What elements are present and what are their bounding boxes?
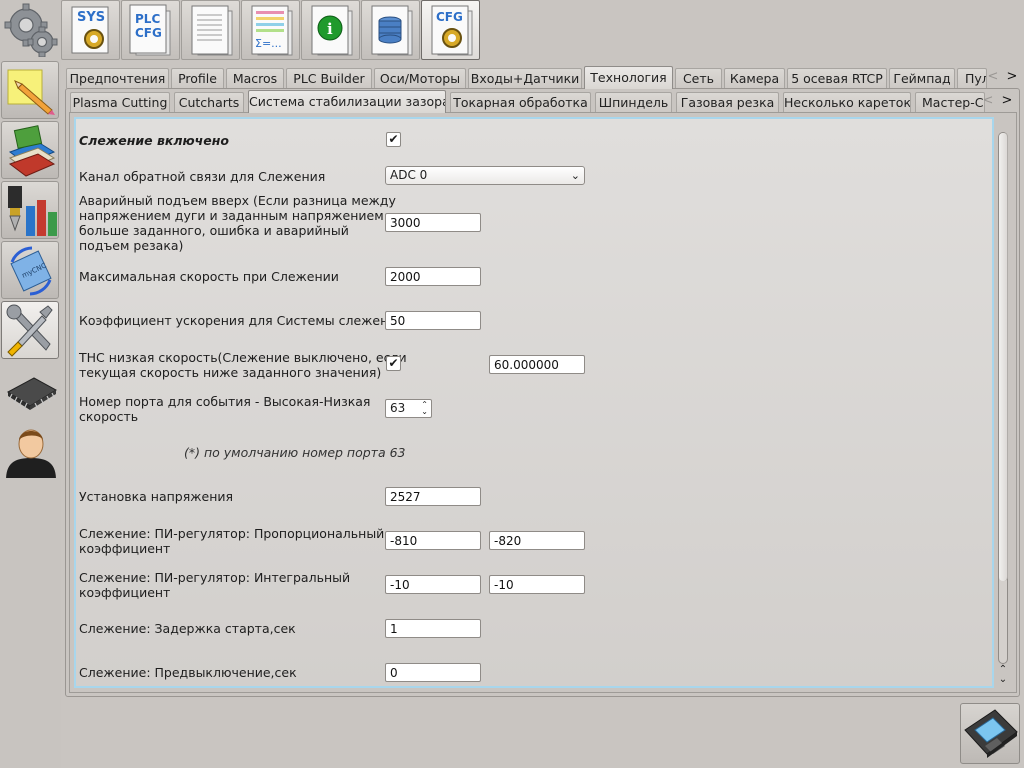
pi-integral-label: Слежение: ПИ-регулятор: Интегральный коэ… <box>79 570 350 600</box>
formula-label: Σ=... <box>255 37 282 50</box>
feedback-channel-value: ADC 0 <box>390 168 428 182</box>
tab-camera[interactable]: Камера <box>724 68 785 88</box>
pi-proportional-label: Слежение: ПИ-регулятор: Пропорциональный… <box>79 526 384 556</box>
svg-text:PLC: PLC <box>135 12 160 26</box>
port-number-label: Номер порта для события - Высокая-Низкая… <box>79 394 370 424</box>
emergency-lift-label-line: Аварийный подъем вверх (Если разница меж… <box>79 193 396 208</box>
cfg-label: CFG <box>436 10 463 24</box>
user-icon[interactable] <box>1 421 59 479</box>
port-number-label-line: скорость <box>79 409 139 424</box>
books-icon[interactable] <box>1 121 59 179</box>
port-number-label-line: Номер порта для события - Высокая-Низкая <box>79 394 371 409</box>
start-delay-label: Слежение: Задержка старта,сек <box>79 621 296 636</box>
emergency-lift-label-line: подъем резака) <box>79 238 184 253</box>
pi-integral-label-line: коэффициент <box>79 585 171 600</box>
pi-proportional-input-1[interactable] <box>385 531 481 550</box>
gears-icon[interactable] <box>1 0 59 58</box>
subtab-scroll-left-icon[interactable]: < <box>981 93 995 109</box>
scroll-track[interactable] <box>998 132 1008 664</box>
emergency-lift-input[interactable] <box>385 213 481 232</box>
port-number-spinbox[interactable]: 63 ⌃ ⌄ <box>385 399 432 418</box>
cfg-button[interactable]: CFG <box>421 0 480 60</box>
sidebar: myCNC <box>0 0 61 768</box>
info-button[interactable]: i <box>301 0 360 60</box>
sub-tab-bar: Plasma Cutting Cutcharts Система стабили… <box>70 90 1020 113</box>
vertical-scrollbar[interactable]: ⌃ ⌄ <box>996 128 1010 688</box>
chevron-down-icon: ⌄ <box>570 169 580 182</box>
tab-macros[interactable]: Macros <box>226 68 284 88</box>
scroll-down-icon[interactable]: ⌄ <box>996 674 1010 686</box>
max-speed-input[interactable] <box>385 267 481 286</box>
pi-integral-input-2[interactable] <box>489 575 585 594</box>
emergency-lift-label-line: напряжением дуги и заданным напряжением <box>79 208 384 223</box>
chip-icon[interactable] <box>1 361 59 419</box>
tab-gap-stabilization[interactable]: Система стабилизации зазора <box>248 90 446 113</box>
tab-gamepad[interactable]: Геймпад <box>889 68 955 88</box>
pi-integral-label-line: Слежение: ПИ-регулятор: Интегральный <box>79 570 351 585</box>
tab-network[interactable]: Сеть <box>675 68 722 88</box>
tab-pendant[interactable]: Пул <box>957 68 987 88</box>
thc-low-speed-checkbox[interactable]: ✔ <box>386 356 401 371</box>
tab-profile[interactable]: Profile <box>171 68 224 88</box>
scroll-thumb[interactable] <box>999 133 1008 581</box>
thc-low-speed-label: THC низкая скорость(Слежение выключено, … <box>79 350 407 380</box>
tab-scroll-right-icon[interactable]: > <box>1005 69 1019 85</box>
floppy-disk-icon <box>964 709 1018 758</box>
tools-chart-icon[interactable] <box>1 181 59 239</box>
pi-proportional-input-2[interactable] <box>489 531 585 550</box>
pre-off-label: Слежение: Предвыключение,сек <box>79 665 297 680</box>
emergency-lift-label: Аварийный подъем вверх (Если разница меж… <box>79 193 396 253</box>
main-tab-bar: Предпочтения Profile Macros PLC Builder … <box>66 66 1024 89</box>
tab-axes-motors[interactable]: Оси/Моторы <box>374 68 466 88</box>
voltage-setting-label: Установка напряжения <box>79 489 234 504</box>
sys-config-button[interactable]: SYS <box>61 0 120 60</box>
pencil-note-icon[interactable] <box>1 61 59 119</box>
tab-spindle[interactable]: Шпиндель <box>595 92 672 112</box>
pi-proportional-label-line: коэффициент <box>79 541 171 556</box>
tab-multiple-gantries[interactable]: Несколько кареток <box>783 92 911 112</box>
document-button[interactable] <box>181 0 240 60</box>
wrench-screwdriver-icon[interactable] <box>1 301 59 359</box>
feedback-channel-label: Канал обратной связи для Слежения <box>79 169 326 184</box>
info-label: i <box>327 20 333 38</box>
feedback-channel-select[interactable]: ADC 0 ⌄ <box>385 166 585 185</box>
database-button[interactable] <box>361 0 420 60</box>
port-default-note: (*) по умолчанию номер порта 63 <box>184 445 406 460</box>
save-button[interactable] <box>960 703 1020 764</box>
voltage-setting-input[interactable] <box>385 487 481 506</box>
tab-plasma-cutting[interactable]: Plasma Cutting <box>70 92 170 112</box>
spin-down-icon[interactable]: ⌄ <box>421 408 428 416</box>
tab-technology[interactable]: Технология <box>584 66 673 89</box>
emergency-lift-label-line: больше заданного, ошибка и аварийный <box>79 223 349 238</box>
pi-proportional-label-line: Слежение: ПИ-регулятор: Пропорциональный <box>79 526 385 541</box>
tab-plc-builder[interactable]: PLC Builder <box>286 68 372 88</box>
subtab-scroll-right-icon[interactable]: > <box>1000 93 1014 109</box>
thc-low-speed-label-line: THC низкая скорость(Слежение выключено, … <box>79 350 407 365</box>
thc-low-speed-input[interactable] <box>489 355 585 374</box>
pre-off-input[interactable] <box>385 663 481 682</box>
formula-button[interactable]: Σ=... <box>241 0 300 60</box>
tracking-enabled-checkbox[interactable]: ✔ <box>386 132 401 147</box>
svg-text:CFG: CFG <box>135 26 162 40</box>
tab-master[interactable]: Мастер-С <box>915 92 985 112</box>
max-speed-label: Максимальная скорость при Слежении <box>79 269 339 284</box>
tracking-enabled-label: Слежение включено <box>79 133 229 148</box>
tab-5axis-rtcp[interactable]: 5 осевая RTCP <box>787 68 887 88</box>
accel-coef-label: Коэффициент ускорения для Системы слежен… <box>79 313 404 328</box>
tab-gas-cutting[interactable]: Газовая резка <box>676 92 779 112</box>
accel-coef-input[interactable] <box>385 311 481 330</box>
mycnc-update-icon[interactable]: myCNC <box>1 241 59 299</box>
tab-cutcharts[interactable]: Cutcharts <box>174 92 244 112</box>
plc-config-button[interactable]: PLC CFG <box>121 0 180 60</box>
tab-scroll-left-icon[interactable]: < <box>986 69 1000 85</box>
toolbar: SYS PLC CFG Σ=... i CFG <box>61 0 481 62</box>
pi-integral-input-1[interactable] <box>385 575 481 594</box>
tab-preferences[interactable]: Предпочтения <box>66 68 169 88</box>
start-delay-input[interactable] <box>385 619 481 638</box>
tab-turning[interactable]: Токарная обработка <box>450 92 591 112</box>
tab-inputs-sensors[interactable]: Входы+Датчики <box>468 68 582 88</box>
port-number-value: 63 <box>390 401 406 415</box>
thc-low-speed-label-line: текущая скорость ниже заданного значения… <box>79 365 382 380</box>
sys-label: SYS <box>77 10 105 25</box>
